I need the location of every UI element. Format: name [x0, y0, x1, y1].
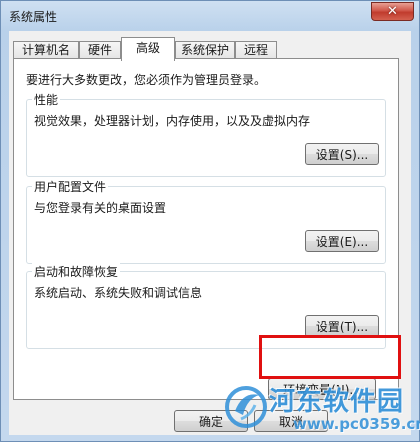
watermark-text: 河东软件园	[269, 387, 405, 417]
watermark: 河东软件园 www.pc0359.cn	[219, 379, 420, 441]
performance-description: 视觉效果，处理器计划，内存使用，以及及虚拟内存	[34, 114, 311, 128]
user-profiles-settings-button[interactable]: 设置(E)...	[305, 230, 379, 252]
startup-recovery-description: 系统启动、系统失败和调试信息	[34, 286, 203, 300]
performance-title: 性能	[32, 91, 61, 108]
close-button[interactable]: ✕	[371, 2, 414, 21]
user-profiles-title: 用户配置文件	[32, 178, 109, 195]
startup-recovery-settings-button[interactable]: 设置(T)...	[305, 315, 379, 337]
tab-advanced[interactable]: 高级	[121, 37, 175, 61]
watermark-url: www.pc0359.cn	[293, 415, 420, 433]
admin-notice: 要进行大多数更改，您必须作为管理员登录。	[26, 73, 267, 87]
system-properties-window: 系统属性 ✕ 计算机名 硬件 高级 系统保护 远程 要进行大多数更改，您必须作为…	[0, 0, 420, 442]
performance-group: 性能 视觉效果，处理器计划，内存使用，以及及虚拟内存 设置(S)...	[26, 91, 386, 177]
window-title: 系统属性	[9, 10, 58, 24]
user-profiles-description: 与您登录有关的桌面设置	[34, 201, 167, 215]
close-icon: ✕	[387, 4, 398, 19]
highlight-box	[259, 335, 401, 379]
title-bar[interactable]: 系统属性 ✕	[1, 1, 419, 31]
performance-settings-button[interactable]: 设置(S)...	[305, 143, 379, 165]
user-profiles-group: 用户配置文件 与您登录有关的桌面设置 设置(E)...	[26, 178, 386, 264]
startup-recovery-title: 启动和故障恢复	[32, 263, 121, 280]
watermark-logo-icon	[225, 386, 267, 428]
